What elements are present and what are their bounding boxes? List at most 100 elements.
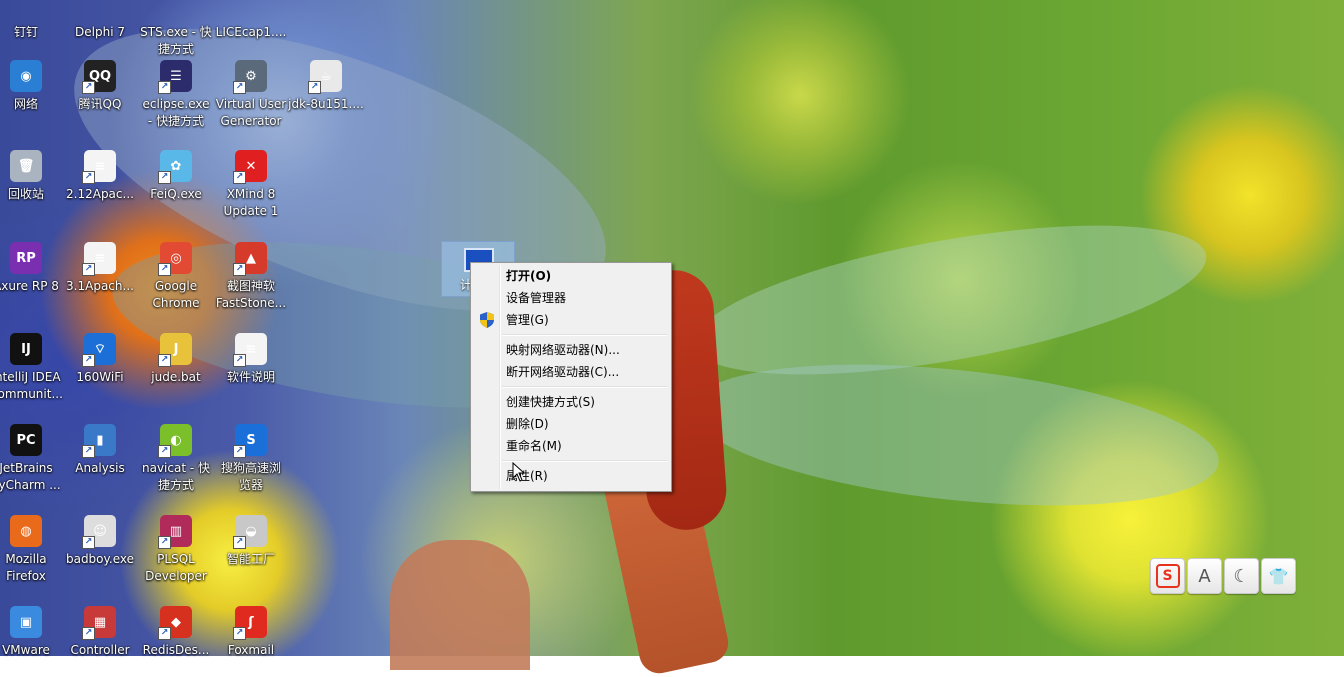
menu-item-open[interactable]: 打开(O) [473,265,669,287]
foxmail-icon: ʃ ↗ [233,606,267,640]
desktop-icon[interactable]: ◆ ↗ RedisDes... [138,606,214,659]
shortcut-arrow-icon: ↗ [82,171,95,184]
shortcut-arrow-icon: ↗ [158,171,171,184]
desktop-icon[interactable]: ◍ Mozilla Firefox [0,515,64,585]
moon-icon: ☾ [1233,565,1250,587]
menu-item-disconnect-network-drive[interactable]: 断开网络驱动器(C)... [473,361,669,383]
shortcut-arrow-icon: ↗ [158,81,171,94]
menu-item-label: 重命名(M) [506,439,562,453]
desktop-icon-label: STS.exe - 快 捷方式 [140,25,212,56]
vmware-icon: ▣ [10,606,42,638]
shortcut-arrow-icon: ↗ [158,627,171,640]
faststone-icon: ▲ ↗ [233,242,267,276]
menu-item-delete[interactable]: 删除(D) [473,413,669,435]
menu-item-map-network-drive[interactable]: 映射网络驱动器(N)... [473,339,669,361]
menu-separator [502,460,667,462]
desktop-icon[interactable]: ⚙ ↗ Virtual User Generator [213,60,289,130]
desktop-icon[interactable]: ▣ VMware [0,606,64,659]
firefox-icon: ◍ [10,515,42,547]
menu-item-label: 管理(G) [506,313,549,327]
qq-icon: QQ ↗ [82,60,116,94]
desktop-icon-label: Analysis [75,461,125,475]
desktop-icon-label: 截图神软 FastStone... [215,279,287,310]
menu-item-properties[interactable]: 属性(R) [473,465,669,487]
night-mode-button[interactable]: ☾ [1224,558,1259,594]
desktop-icon[interactable]: ≡ ↗ 2.12Apac... [62,150,138,203]
menu-item-device-manager[interactable]: 设备管理器 [473,287,669,309]
desktop-icon[interactable]: QQ ↗ 腾讯QQ [62,60,138,113]
skin-button[interactable]: 👕 [1261,558,1296,594]
java-icon: ☕ ↗ [308,60,342,94]
redis-icon: ◆ ↗ [158,606,192,640]
desktop-icon[interactable]: ʃ ↗ Foxmail [213,606,289,659]
input-method-toolbar: S A ☾ 👕 [1150,558,1296,594]
desktop-icon[interactable]: ≡ ↗ 软件说明 [213,333,289,386]
bat-file-icon: ≡ ↗ [82,150,116,184]
shortcut-arrow-icon: ↗ [82,81,95,94]
shortcut-arrow-icon: ↗ [82,536,95,549]
input-mode-button[interactable]: A [1187,558,1222,594]
wifi-icon: ⌔ ↗ [82,333,116,367]
desktop-icon[interactable]: ≡ ↗ 3.1Apach... [62,242,138,295]
dragonfly-wing [684,342,1226,528]
desktop-icon-label: Virtual User Generator [215,97,287,128]
desktop-icon[interactable]: PC JetBrains PyCharm ... [0,424,64,494]
shortcut-arrow-icon: ↗ [82,627,95,640]
desktop-icon[interactable]: ✕ ↗ XMind 8 Update 1 [213,150,289,220]
sogou-input-button[interactable]: S [1150,558,1185,594]
navicat-icon: ◐ ↗ [158,424,192,458]
desktop-icon[interactable]: J ↗ jude.bat [138,333,214,386]
desktop-icon[interactable]: 钉钉 [0,0,64,41]
pycharm-icon: PC [10,424,42,456]
desktop-icon[interactable]: IJ IntelliJ IDEA Communit... [0,333,64,403]
plsql-icon: ▥ ↗ [158,515,192,549]
menu-item-create-shortcut[interactable]: 创建快捷方式(S) [473,391,669,413]
menu-item-label: 删除(D) [506,417,549,431]
shortcut-arrow-icon: ↗ [233,536,246,549]
desktop-icon-label: JetBrains PyCharm ... [0,461,61,492]
menu-item-manage[interactable]: 管理(G) [473,309,669,331]
desktop-icon[interactable]: ▦ ↗ Controller [62,606,138,659]
factory-icon: ◒ ↗ [233,515,267,549]
menu-item-rename[interactable]: 重命名(M) [473,435,669,457]
shortcut-arrow-icon: ↗ [233,445,246,458]
context-menu: 打开(O) 设备管理器 管理(G) 映射网络驱动器(N)... 断开网络驱动器(… [470,262,672,492]
desktop-icon[interactable]: ✿ ↗ FeiQ.exe [138,150,214,203]
desktop-icon[interactable]: ☰ ↗ eclipse.exe - 快捷方式 [138,60,214,130]
desktop-icon[interactable]: ◉ 网络 [0,60,64,113]
desktop-icon[interactable]: ⌔ ↗ 160WiFi [62,333,138,386]
desktop-icon[interactable]: RP Axure RP 8 [0,242,64,295]
desktop-icon[interactable]: ☺ ↗ badboy.exe [62,515,138,568]
desktop-icon-label: 搜狗高速浏 览器 [220,461,281,492]
desktop-icon-label: Foxmail [227,643,275,657]
sogou-input-icon: S [1155,564,1180,588]
desktop-icon[interactable]: S ↗ 搜狗高速浏 览器 [213,424,289,494]
desktop-icon-label: jdk-8u151.... [288,97,364,111]
desktop-icon[interactable]: ▮ ↗ Analysis [62,424,138,477]
desktop-icon-label: Mozilla Firefox [5,552,47,583]
desktop-icon[interactable]: Delphi 7 [62,0,138,41]
desktop-icon-label: 2.12Apac... [66,187,134,201]
desktop-icon[interactable]: ◎ ↗ Google Chrome [138,242,214,312]
shortcut-arrow-icon: ↗ [308,81,321,94]
desktop-icon-label: badboy.exe [65,552,135,566]
desktop-icon[interactable]: LICEcap1.... [213,0,289,41]
desktop-icon[interactable]: ◒ ↗ 智能工厂 [213,515,289,568]
shortcut-arrow-icon: ↗ [82,263,95,276]
shortcut-arrow-icon: ↗ [233,354,246,367]
branch [390,540,530,670]
desktop-icon-label: LICEcap1.... [215,25,287,39]
desktop-icon[interactable]: ▲ ↗ 截图神软 FastStone... [213,242,289,312]
axure-icon: RP [10,242,42,274]
desktop-icon[interactable]: ☕ ↗ jdk-8u151.... [288,60,364,113]
desktop-icon-label: 智能工厂 [226,552,275,566]
controller-icon: ▦ ↗ [82,606,116,640]
document-icon: ≡ ↗ [233,333,267,367]
desktop-icon[interactable]: 🗑 回收站 [0,150,64,203]
desktop-icon[interactable]: ▥ ↗ PLSQL Developer [138,515,214,585]
shortcut-arrow-icon: ↗ [233,263,246,276]
desktop-icon-label: PLSQL Developer [145,552,207,583]
menu-item-label: 打开(O) [506,269,552,283]
desktop-icon[interactable]: ◐ ↗ navicat - 快 捷方式 [138,424,214,494]
desktop-icon[interactable]: STS.exe - 快 捷方式 [138,0,214,58]
